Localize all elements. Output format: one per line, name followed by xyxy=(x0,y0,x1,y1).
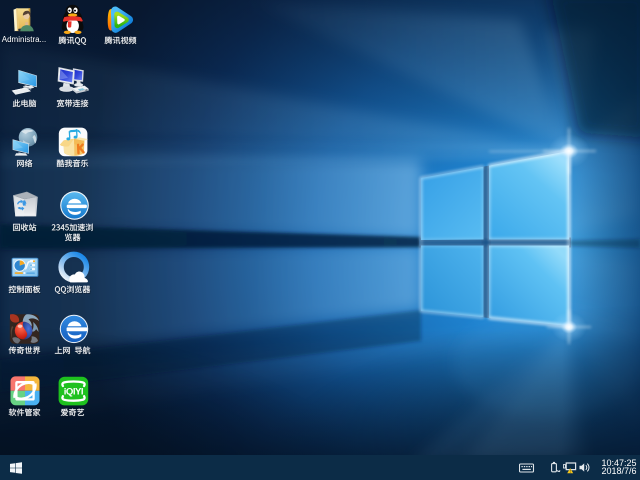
svg-text:iQIYI: iQIYI xyxy=(64,387,84,398)
